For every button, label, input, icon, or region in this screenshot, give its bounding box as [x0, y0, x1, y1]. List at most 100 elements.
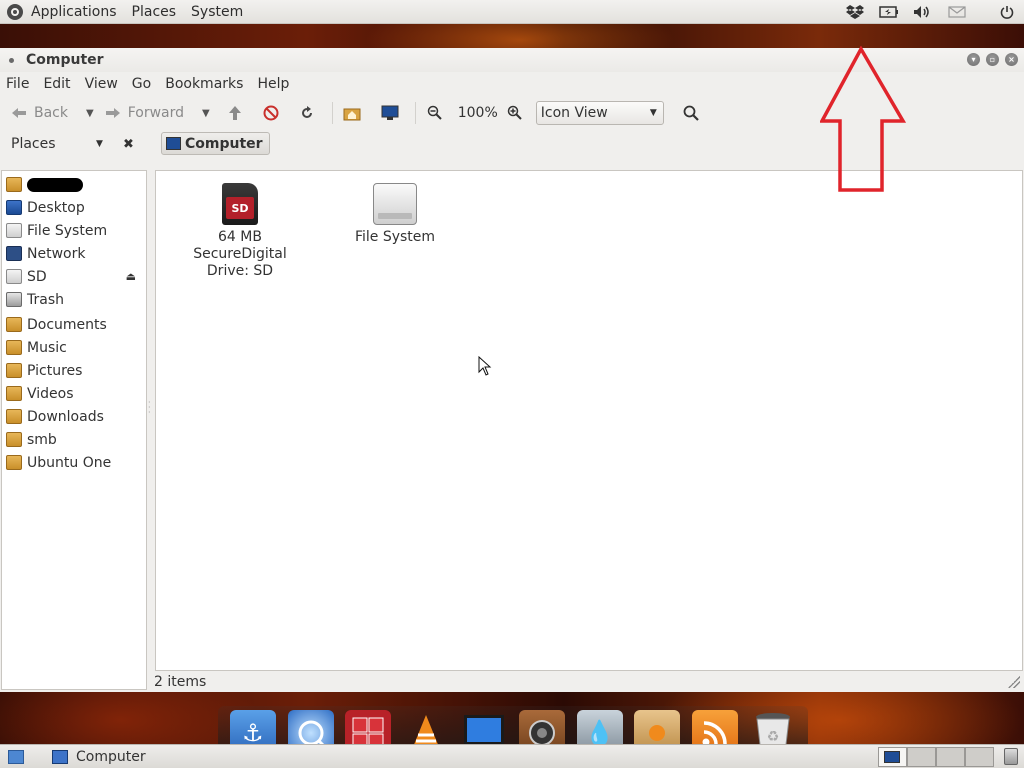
forward-history-dropdown-icon[interactable]: ▼: [202, 108, 210, 119]
back-history-dropdown-icon[interactable]: ▼: [86, 108, 94, 119]
home-folder-icon: [6, 177, 22, 192]
breadcrumb-computer[interactable]: Computer: [161, 132, 270, 155]
computer-icon[interactable]: [381, 104, 399, 122]
back-button[interactable]: Back: [10, 104, 68, 122]
minimize-button[interactable]: ▾: [967, 53, 980, 66]
workspace-1[interactable]: [878, 747, 907, 767]
mail-icon[interactable]: [946, 3, 968, 21]
sidebar-item-music[interactable]: Music: [2, 336, 146, 359]
maximize-button[interactable]: ▫: [986, 53, 999, 66]
workspace-2[interactable]: [907, 747, 936, 767]
top-panel: Applications Places System: [0, 0, 1024, 24]
sidebar-type-select[interactable]: Places ▼ ✖: [0, 136, 148, 152]
hard-drive-icon: [373, 183, 417, 225]
forward-arrow-icon: [104, 104, 122, 122]
sidebar-item-videos[interactable]: Videos: [2, 382, 146, 405]
taskbar-window-label: Computer: [76, 748, 146, 765]
sidebar-header-label: Places: [11, 136, 56, 152]
window-menu-icon[interactable]: [9, 57, 14, 63]
sidebar-item-file-system[interactable]: File System: [2, 219, 146, 242]
volume-icon[interactable]: [912, 3, 934, 21]
music-folder-icon: [6, 340, 22, 355]
sidebar-item-label: Music: [27, 339, 67, 356]
sidebar-item-home[interactable]: [2, 173, 146, 196]
menu-bookmarks[interactable]: Bookmarks: [165, 76, 243, 92]
sidebar-item-sd[interactable]: SD ⏏: [2, 265, 146, 288]
zoom-out-icon[interactable]: [426, 104, 444, 122]
zoom-level: 100%: [457, 105, 498, 121]
sd-drive-item[interactable]: SD 64 MB SecureDigital Drive: SD: [175, 183, 305, 280]
sd-drive-label-line: Drive: SD: [206, 263, 274, 279]
taskbar-window-button[interactable]: Computer: [46, 747, 246, 767]
sidebar-item-desktop[interactable]: Desktop: [2, 196, 146, 219]
chevron-down-icon: ▼: [649, 108, 657, 118]
workspace-switcher: [878, 747, 994, 767]
sidebar-item-network[interactable]: Network: [2, 242, 146, 265]
bottom-panel: Computer: [0, 744, 1024, 768]
icon-view-area[interactable]: SD 64 MB SecureDigital Drive: SD File Sy…: [155, 170, 1023, 671]
documents-folder-icon: [6, 317, 22, 332]
sidebar-item-trash[interactable]: Trash: [2, 288, 146, 311]
sd-drive-label-line: 64 MB: [218, 229, 262, 245]
computer-crumb-icon: [166, 137, 181, 150]
menu-edit[interactable]: Edit: [43, 76, 70, 92]
window-title: Computer: [26, 52, 104, 68]
resize-grip-icon[interactable]: [1008, 676, 1020, 688]
home-icon[interactable]: [343, 104, 361, 122]
battery-icon[interactable]: [878, 3, 900, 21]
toolbar-separator: [331, 102, 333, 124]
ubuntu-logo-icon[interactable]: [7, 3, 23, 20]
close-sidebar-icon[interactable]: ✖: [123, 137, 134, 152]
sidebar-item-documents[interactable]: Documents: [2, 313, 146, 336]
smb-folder-icon: [6, 432, 22, 447]
annotation-arrow-icon: [820, 46, 906, 192]
sidebar-item-label: Downloads: [27, 408, 104, 425]
sidebar-item-label: File System: [27, 222, 108, 239]
back-label: Back: [34, 105, 68, 121]
back-arrow-icon: [10, 104, 28, 122]
sidebar-item-label: Network: [27, 245, 86, 262]
sidebar-splitter-handle[interactable]: · · ·: [148, 399, 152, 420]
redacted-username: [27, 177, 83, 192]
file-system-item[interactable]: File System: [330, 183, 460, 246]
sidebar-item-label: Ubuntu One: [27, 454, 112, 471]
downloads-folder-icon: [6, 409, 22, 424]
eject-icon[interactable]: ⏏: [126, 270, 136, 283]
system-menu[interactable]: System: [191, 4, 243, 20]
view-mode-select[interactable]: Icon View ▼: [535, 101, 664, 125]
window-controls: ▾ ▫ ×: [967, 53, 1018, 66]
up-arrow-icon[interactable]: [226, 104, 244, 122]
sidebar-item-smb[interactable]: smb: [2, 428, 146, 451]
breadcrumb-label: Computer: [185, 135, 263, 152]
show-desktop-icon[interactable]: [8, 749, 24, 764]
forward-button[interactable]: Forward: [104, 104, 184, 122]
places-sidebar: Desktop File System Network SD ⏏ Trash D…: [1, 170, 147, 690]
close-button[interactable]: ×: [1005, 53, 1018, 66]
sidebar-item-label: Desktop: [27, 199, 85, 216]
computer-task-icon: [52, 749, 68, 764]
svg-text:♻: ♻: [767, 729, 780, 745]
file-system-label-line: File System: [354, 229, 436, 245]
sidebar-item-ubuntu-one[interactable]: Ubuntu One: [2, 451, 146, 474]
menu-view[interactable]: View: [85, 76, 118, 92]
sidebar-item-pictures[interactable]: Pictures: [2, 359, 146, 382]
workspace-3[interactable]: [936, 747, 965, 767]
reload-icon[interactable]: [298, 104, 316, 122]
applications-menu[interactable]: Applications: [31, 4, 117, 20]
item-count: 2 items: [154, 674, 207, 690]
dropbox-icon[interactable]: [844, 3, 866, 21]
menu-go[interactable]: Go: [132, 76, 151, 92]
videos-folder-icon: [6, 386, 22, 401]
menu-file[interactable]: File: [6, 76, 29, 92]
menu-help[interactable]: Help: [257, 76, 289, 92]
trash-icon: [6, 292, 22, 307]
workspace-4[interactable]: [965, 747, 994, 767]
trash-applet-icon[interactable]: [1004, 748, 1018, 765]
stop-icon[interactable]: [262, 104, 280, 122]
power-icon[interactable]: [996, 3, 1018, 21]
sidebar-item-downloads[interactable]: Downloads: [2, 405, 146, 428]
search-icon[interactable]: [682, 104, 700, 122]
sd-card-icon: SD: [222, 183, 258, 225]
zoom-in-icon[interactable]: [506, 104, 524, 122]
places-menu[interactable]: Places: [132, 4, 177, 20]
